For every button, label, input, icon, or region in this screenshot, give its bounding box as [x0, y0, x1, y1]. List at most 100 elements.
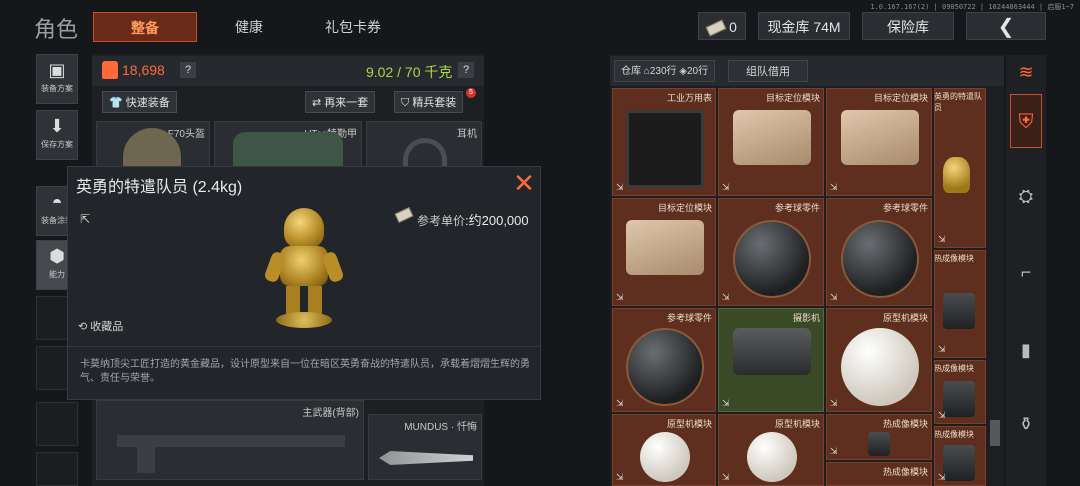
- melee-slot[interactable]: MUNDUS · 忏悔: [368, 414, 482, 480]
- save-plan-button[interactable]: ⬇ 保存方案: [36, 110, 78, 160]
- white-sphere-item-image: [640, 432, 690, 482]
- meter-item-image: [626, 110, 704, 188]
- primary-weapon-slot[interactable]: 主武器(背部): [96, 400, 364, 480]
- move-arrow-icon[interactable]: ⇲: [830, 446, 838, 457]
- tab-gift-cards[interactable]: 礼包卡券: [310, 12, 396, 42]
- rifle-icon[interactable]: ⌐: [1006, 262, 1046, 283]
- move-arrow-icon[interactable]: ⇲: [938, 234, 946, 245]
- shield-icon: ⛉: [401, 97, 410, 109]
- warehouse-item[interactable]: 参考球零件 ⇲: [718, 198, 824, 306]
- warehouse-item[interactable]: 热成像模块 ⇲: [934, 250, 986, 358]
- left-slot-empty[interactable]: [36, 402, 78, 446]
- warehouse-item[interactable]: 热成像模块 ⇲: [934, 360, 986, 424]
- warehouse-item[interactable]: 原型机模块 ⇲: [612, 414, 716, 486]
- warehouse-item[interactable]: 热成像模块 ⇲: [934, 426, 986, 486]
- warehouse-item-label: 参考球零件: [774, 203, 820, 213]
- move-arrow-icon[interactable]: ⇲: [830, 182, 838, 193]
- warehouse-item-label: 英勇的特遣队员: [934, 92, 982, 112]
- armor-icon[interactable]: ⛨: [1010, 94, 1042, 148]
- warehouse-item[interactable]: 热成像模块: [826, 462, 932, 486]
- save-plan-label: 保存方案: [41, 140, 73, 149]
- move-arrow-icon[interactable]: ⇲: [722, 472, 730, 483]
- move-arrow-icon[interactable]: ⇲: [722, 398, 730, 409]
- gold-figurine-image: [263, 208, 345, 332]
- move-arrow-icon[interactable]: ⇲: [616, 182, 624, 193]
- team-borrow-tab[interactable]: 组队借用: [728, 60, 808, 82]
- warehouse-item[interactable]: 目标定位模块 ⇲: [612, 198, 716, 306]
- box-item-image: [626, 220, 704, 275]
- move-arrow-icon[interactable]: ⇲: [938, 472, 946, 483]
- value-help-icon[interactable]: ?: [180, 62, 196, 78]
- stack-icon[interactable]: ≋: [1006, 62, 1046, 83]
- headset-slot-label: 耳机: [457, 129, 477, 140]
- download-icon: ⬇: [49, 116, 65, 136]
- warehouse-item[interactable]: 参考球零件 ⇲: [612, 308, 716, 412]
- move-arrow-icon[interactable]: ⇲: [616, 292, 624, 303]
- load-help-icon[interactable]: ?: [458, 62, 474, 78]
- move-arrow-icon[interactable]: ⇲: [830, 292, 838, 303]
- quick-equip-button[interactable]: 👕 快速装备: [102, 91, 177, 113]
- move-arrow-icon[interactable]: ⇲: [616, 472, 624, 483]
- box-item-image: [733, 110, 811, 165]
- white-sphere-item-image: [841, 328, 919, 406]
- repeat-label: 再来一套: [324, 97, 369, 109]
- tab-health[interactable]: 健康: [210, 12, 288, 42]
- back-button[interactable]: ❮: [966, 12, 1046, 40]
- price-value: :约200,000: [465, 213, 529, 228]
- back-arrow-icon: ❮: [997, 16, 1015, 38]
- warehouse-item[interactable]: 参考球零件 ⇲: [826, 198, 932, 306]
- warehouse-item[interactable]: 目标定位模块 ⇲: [826, 88, 932, 196]
- currency-button[interactable]: 0: [698, 12, 746, 40]
- repeat-icon: ⇄: [312, 97, 322, 109]
- warehouse-item[interactable]: 英勇的特遣队员 ⇲: [934, 88, 986, 248]
- warehouse-item[interactable]: 目标定位模块 ⇲: [718, 88, 824, 196]
- helmet-slot[interactable]: F70头盔: [96, 121, 210, 172]
- headset-slot[interactable]: 耳机: [366, 121, 482, 172]
- thermal-item-image: [868, 432, 890, 456]
- warehouse-item[interactable]: 原型机模块 ⇲: [718, 414, 824, 486]
- left-slot-empty[interactable]: [36, 452, 78, 486]
- rig-icon[interactable]: ⛭: [1006, 186, 1046, 207]
- elite-set-button[interactable]: ⛉ 精兵套装: [394, 91, 464, 113]
- collectible-tag: ⟲ 收藏品: [78, 318, 123, 334]
- bottle-icon[interactable]: ⚱: [1006, 414, 1046, 435]
- warehouse-item-label: 原型机模块: [666, 419, 712, 429]
- warehouse-item-label: 热成像模块: [934, 364, 974, 373]
- tab-equip[interactable]: 整备: [93, 12, 197, 42]
- thermal-item-image: [943, 293, 976, 329]
- warehouse-scrollbar[interactable]: [990, 420, 1000, 446]
- rifle-grip-image: [137, 447, 155, 473]
- move-arrow-icon[interactable]: ⇲: [830, 398, 838, 409]
- warehouse-item[interactable]: 工业万用表 ⇲: [612, 88, 716, 196]
- popup-title: 英勇的特遣队员 (2.4kg): [76, 179, 243, 196]
- warehouse-item-label: 热成像模块: [934, 430, 974, 439]
- repeat-set-button[interactable]: ⇄ 再来一套: [305, 91, 376, 113]
- move-arrow-icon[interactable]: ⇲: [938, 410, 946, 421]
- warehouse-item[interactable]: 原型机模块 ⇲: [826, 308, 932, 412]
- thermal-item-image: [943, 445, 976, 481]
- thermal-item-image: [943, 381, 976, 417]
- warehouse-item[interactable]: 热成像模块 ⇲: [826, 414, 932, 460]
- warehouse-item-label: 热成像模块: [882, 467, 928, 477]
- move-arrow-icon[interactable]: ⇲: [938, 344, 946, 355]
- close-icon[interactable]: ✕: [510, 170, 538, 198]
- move-arrow-icon[interactable]: ⇲: [616, 398, 624, 409]
- tag-icon: ◈: [679, 66, 687, 77]
- safe-vault-button[interactable]: 保险库: [862, 12, 954, 40]
- white-sphere-item-image: [747, 432, 797, 482]
- vest-value-icon: [102, 61, 118, 79]
- move-arrow-icon[interactable]: ⇲: [722, 182, 730, 193]
- loadout-plan-button[interactable]: ▣ 装备方案: [36, 54, 78, 104]
- currency-count: 0: [729, 19, 737, 35]
- warehouse-item[interactable]: 摄影机 ⇲: [718, 308, 824, 412]
- armor-slot[interactable]: HTac特勤甲: [214, 121, 362, 172]
- move-arrow-icon[interactable]: ⇲: [722, 292, 730, 303]
- magazine-icon[interactable]: ▮: [1006, 340, 1046, 361]
- warehouse-tab[interactable]: 仓库 ⌂230行 ◈20行: [614, 60, 716, 82]
- collect-icon: ⟲: [78, 321, 88, 333]
- cash-vault-button[interactable]: 现金库 74M: [758, 12, 850, 40]
- share-icon[interactable]: ⇱: [80, 212, 90, 226]
- warehouse-item-label: 目标定位模块: [873, 93, 928, 103]
- backpack-icon: ▣: [48, 60, 66, 80]
- elite-badge: 5: [466, 88, 476, 98]
